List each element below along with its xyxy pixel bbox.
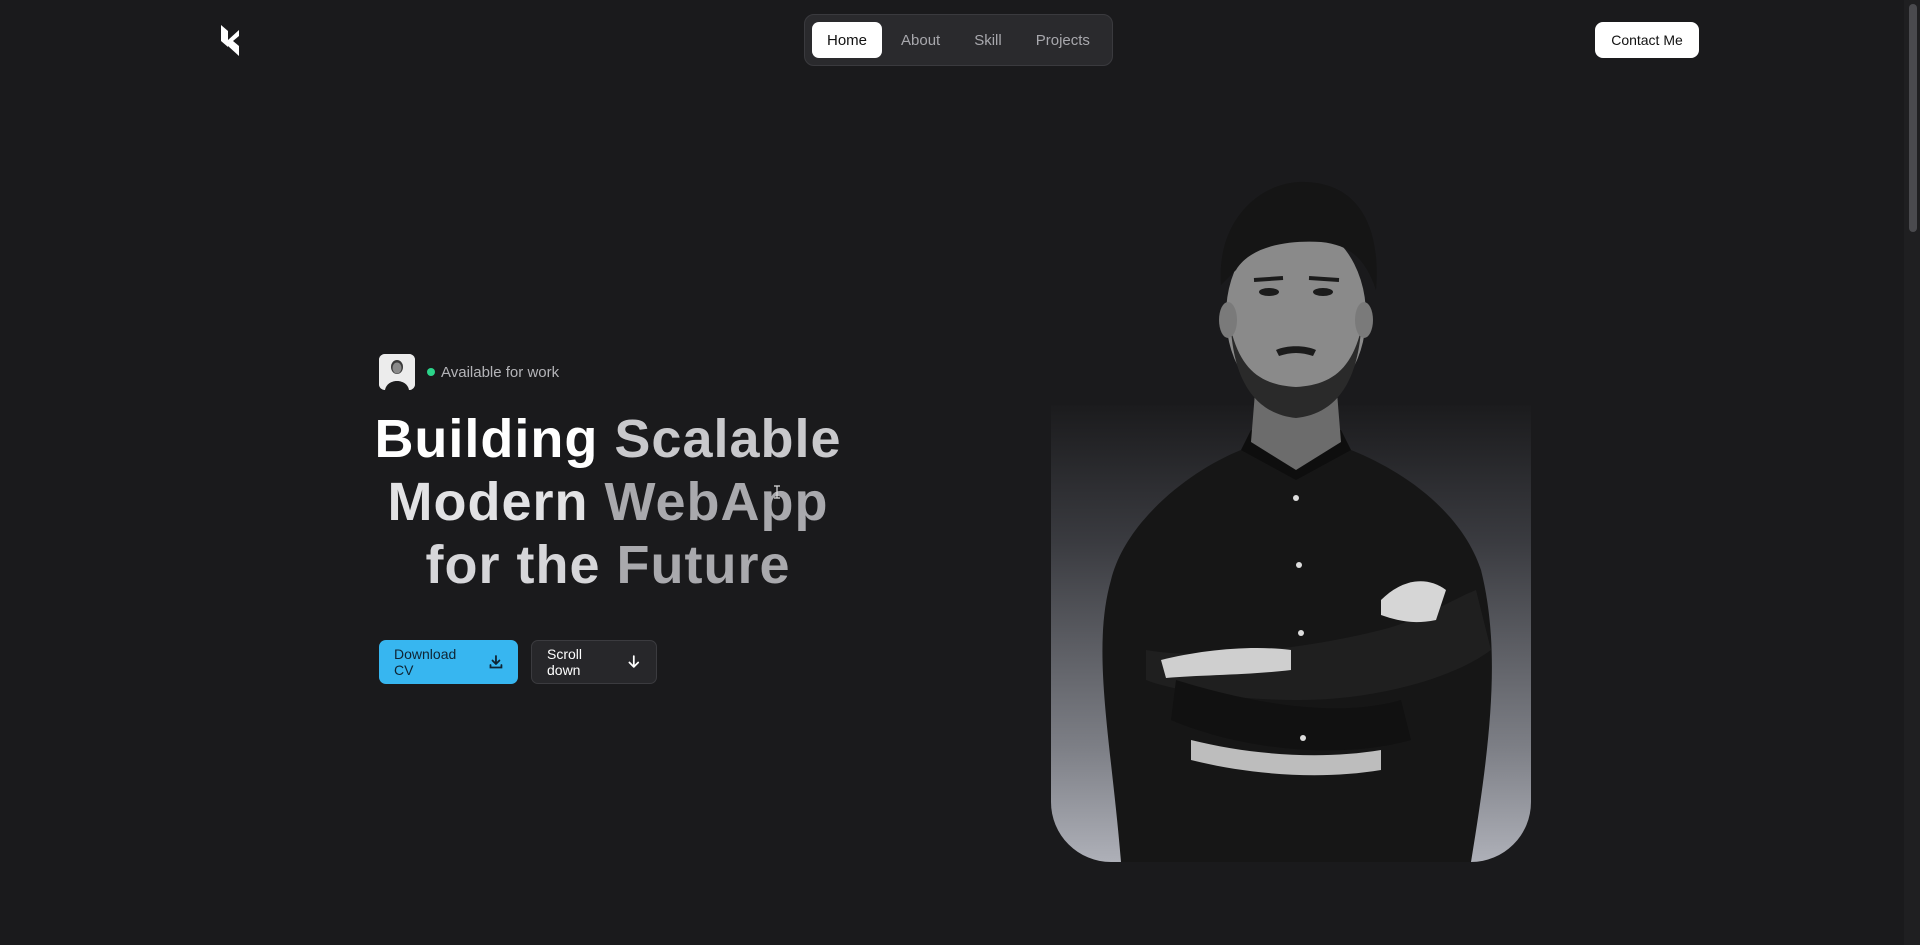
scrollbar-thumb[interactable] — [1909, 4, 1917, 232]
contact-me-button[interactable]: Contact Me — [1595, 22, 1699, 58]
portrait-photo — [1102, 181, 1492, 862]
avatar-portrait-icon — [379, 354, 415, 390]
headline-word: for the — [425, 535, 601, 595]
headline-word: Building — [374, 409, 599, 469]
headline-line-3: for the Future — [360, 534, 856, 597]
headline-word: WebApp — [604, 472, 829, 532]
scroll-down-label: Scroll down — [547, 646, 583, 678]
arrow-down-icon — [628, 655, 640, 668]
nav-projects[interactable]: Projects — [1021, 22, 1105, 58]
nav-home[interactable]: Home — [812, 22, 883, 58]
text-cursor-icon — [774, 485, 780, 499]
main-nav: Home About Skill Projects — [804, 14, 1113, 66]
headline-word: Modern — [387, 472, 589, 532]
nav-about[interactable]: About — [886, 22, 955, 58]
headline-word: Future — [616, 535, 791, 595]
headline-line-1: Building Scalable — [360, 408, 856, 471]
download-icon — [489, 655, 503, 669]
brand-logo-icon[interactable] — [219, 22, 243, 58]
availability-row: Available for work — [379, 354, 559, 390]
hero-headline: Building Scalable Modern WebApp for the … — [360, 408, 856, 597]
headline-word: Scalable — [614, 409, 842, 469]
status-dot — [427, 368, 435, 376]
download-cv-label: Download CV — [394, 646, 457, 678]
scroll-down-button[interactable]: Scroll down — [531, 640, 657, 684]
page-scrollbar[interactable] — [1904, 0, 1920, 945]
nav-skill[interactable]: Skill — [959, 22, 1017, 58]
download-cv-button[interactable]: Download CV — [379, 640, 518, 684]
availability-text: Available for work — [441, 363, 560, 381]
hero-actions: Download CV Scroll down — [379, 640, 657, 684]
headline-line-2: Modern WebApp — [360, 471, 856, 534]
avatar — [379, 354, 415, 390]
